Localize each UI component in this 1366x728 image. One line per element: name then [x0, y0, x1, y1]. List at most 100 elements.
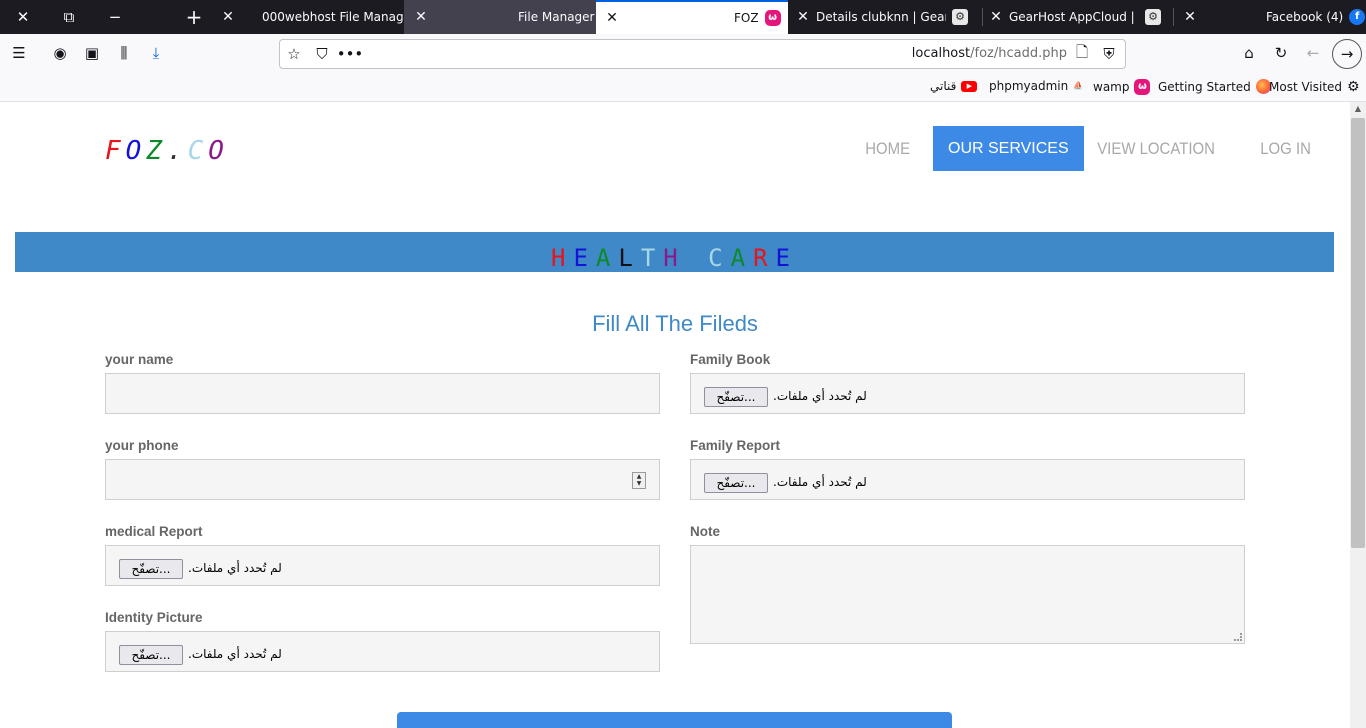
identity-picture-label: Identity Picture: [105, 610, 203, 625]
no-file-text: لم تُحدد أي ملفات.: [773, 389, 867, 403]
nav-home[interactable]: HOME: [852, 126, 923, 171]
reload-icon[interactable]: ↻: [1270, 42, 1292, 64]
browse-button[interactable]: تصفّح...: [119, 559, 183, 579]
bookmark-label: قناتي: [930, 79, 957, 93]
bookmark-getting-started[interactable]: Getting Started: [1158, 79, 1271, 94]
number-spinner-icon[interactable]: ▲ ▼: [632, 472, 646, 489]
tab-title: 000webhost File Manager: [262, 10, 404, 24]
nav-toolbar: ☰ ◉ ▣ ⫼ ⤓ ☆ ⛉ ••• localhost/foz/hcadd.ph…: [0, 34, 1366, 74]
bookmark-most-visited[interactable]: Most Visited ⚙: [1269, 79, 1360, 95]
page-info-icon[interactable]: 🗋: [1071, 43, 1093, 65]
more-actions-icon[interactable]: •••: [337, 43, 364, 65]
bookmarks-toolbar: قناتي ▶ phpmyadmin ⛵ wamp ω Getting Star…: [0, 74, 1366, 102]
browse-button[interactable]: تصفّح...: [704, 473, 768, 493]
phpmyadmin-icon: ⛵: [1073, 81, 1084, 90]
tab-facebook[interactable]: ✕ Facebook (4) f: [1182, 0, 1366, 34]
phone-input[interactable]: ▲ ▼: [105, 459, 660, 500]
url-path: /foz/hcadd.php: [970, 46, 1067, 61]
family-book-file-input[interactable]: تصفّح... لم تُحدد أي ملفات.: [690, 373, 1245, 414]
restore-window-icon[interactable]: ⧉: [58, 0, 80, 34]
banner-title: HEALTH CARE: [551, 244, 798, 272]
note-textarea[interactable]: [690, 545, 1245, 644]
no-file-text: لم تُحدد أي ملفات.: [188, 561, 282, 575]
phone-label: your phone: [105, 438, 179, 453]
close-tab-icon[interactable]: ✕: [604, 10, 620, 26]
banner-letter: T: [640, 244, 664, 272]
browse-button[interactable]: تصفّح...: [119, 645, 183, 665]
tab-title: Details clubknn | GearHo: [816, 10, 946, 24]
bookmark-my-channel[interactable]: قناتي ▶: [930, 79, 978, 93]
close-tab-icon[interactable]: ✕: [795, 9, 811, 25]
logo-letter: O: [208, 136, 229, 166]
site-logo[interactable]: FOZ.CO: [105, 136, 229, 166]
medical-report-label: medical Report: [105, 524, 203, 539]
tab-separator: [982, 8, 983, 26]
tab-separator: [1173, 8, 1174, 26]
reader-view-icon[interactable]: ▣: [81, 42, 103, 64]
url-text[interactable]: localhost/foz/hcadd.php: [912, 46, 1067, 61]
tab-title: File Manager: [518, 10, 595, 24]
close-tab-icon[interactable]: ✕: [1182, 9, 1198, 25]
shield-icon[interactable]: ⛨: [1098, 43, 1120, 65]
tab-title: GearHost AppCloud | Pu: [1009, 10, 1139, 24]
bookmark-label: Getting Started: [1158, 79, 1251, 94]
youtube-icon: ▶: [961, 80, 978, 92]
nav-our-services[interactable]: OUR SERVICES: [933, 126, 1084, 171]
scroll-thumb[interactable]: [1351, 118, 1365, 548]
close-tab-icon[interactable]: ✕: [988, 9, 1004, 25]
banner-letter: A: [730, 244, 754, 272]
logo-letter: Z: [146, 136, 167, 166]
identity-picture-file-input[interactable]: تصفّح... لم تُحدد أي ملفات.: [105, 631, 660, 672]
logo-letter: .: [166, 136, 188, 166]
no-file-text: لم تُحدد أي ملفات.: [773, 475, 867, 489]
gear-icon: ⚙: [1347, 79, 1360, 95]
banner-letter: [686, 244, 708, 272]
submit-button[interactable]: [397, 712, 952, 728]
close-window-icon[interactable]: ✕: [12, 0, 34, 34]
url-bar[interactable]: ☆ ⛉ ••• localhost/foz/hcadd.php 🗋 ⛨: [279, 39, 1126, 69]
family-report-label: Family Report: [690, 438, 781, 453]
nav-log-in[interactable]: LOG IN: [1247, 126, 1324, 171]
bookmark-wamp[interactable]: wamp ω: [1093, 79, 1151, 95]
banner-letter: C: [708, 244, 731, 272]
downloads-icon[interactable]: ⤓: [145, 42, 167, 64]
new-tab-icon[interactable]: +: [183, 0, 205, 34]
site-nav: HOME OUR SERVICES VIEW LOCATION LOG IN: [852, 126, 1335, 171]
bookmark-label: Most Visited: [1269, 80, 1343, 94]
family-report-file-input[interactable]: تصفّح... لم تُحدد أي ملفات.: [690, 459, 1245, 500]
tab-000webhost[interactable]: ✕ 000webhost File Manager: [218, 0, 404, 34]
tab-gearhost-appcloud[interactable]: ✕ GearHost AppCloud | Pu ⚙: [988, 0, 1168, 34]
tab-foz[interactable]: ✕ FOZ ω: [596, 0, 788, 34]
browse-button[interactable]: تصفّح...: [704, 387, 768, 407]
gear-favicon-icon: ⚙: [1145, 9, 1161, 25]
bookmark-star-icon[interactable]: ☆: [283, 43, 305, 65]
account-icon[interactable]: ◉: [49, 42, 71, 64]
logo-letter: F: [105, 136, 126, 166]
pocket-icon[interactable]: ⛉: [311, 43, 333, 65]
health-care-banner: HEALTH CARE: [15, 232, 1334, 272]
bookmark-phpmyadmin[interactable]: phpmyadmin ⛵: [989, 79, 1089, 93]
medical-report-file-input[interactable]: تصفّح... لم تُحدد أي ملفات.: [105, 545, 660, 586]
tab-gearhost-details[interactable]: ✕ Details clubknn | GearHo ⚙: [795, 0, 975, 34]
minimize-window-icon[interactable]: −: [104, 0, 126, 34]
back-icon[interactable]: ←: [1302, 42, 1324, 64]
name-input[interactable]: [105, 373, 660, 414]
bookmark-label: phpmyadmin: [989, 79, 1069, 93]
bookmark-label: wamp: [1093, 80, 1130, 94]
library-icon[interactable]: ⫼: [113, 42, 135, 64]
close-tab-icon[interactable]: ✕: [220, 9, 236, 25]
nav-view-location[interactable]: VIEW LOCATION: [1084, 126, 1228, 171]
banner-letter: R: [753, 244, 776, 272]
tab-title: FOZ: [734, 11, 759, 25]
family-book-label: Family Book: [690, 352, 771, 367]
page-scrollbar[interactable]: ▲: [1350, 102, 1366, 728]
close-tab-icon[interactable]: ✕: [413, 9, 429, 25]
page-content: FOZ.CO HOME OUR SERVICES VIEW LOCATION L…: [0, 102, 1350, 728]
scroll-up-icon[interactable]: ▲: [1350, 102, 1366, 116]
banner-letter: L: [618, 244, 641, 272]
hamburger-menu-icon[interactable]: ☰: [8, 42, 30, 64]
home-icon[interactable]: ⌂: [1238, 42, 1260, 64]
forward-icon[interactable]: →: [1332, 39, 1362, 69]
resize-handle-icon[interactable]: [1234, 633, 1242, 641]
tab-file-manager[interactable]: ✕ File Manager: [404, 0, 596, 34]
